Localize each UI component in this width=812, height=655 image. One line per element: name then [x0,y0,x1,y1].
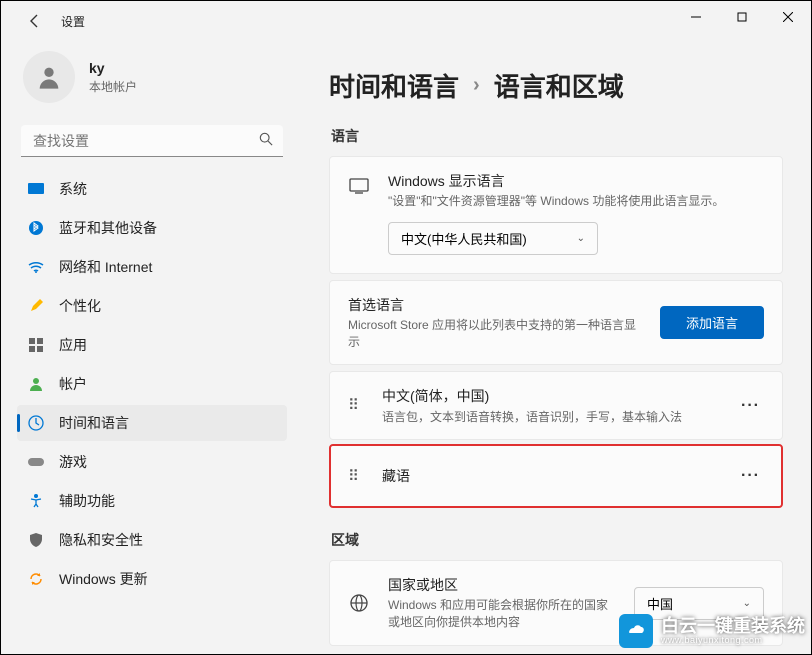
avatar [23,51,75,103]
account-icon [27,375,45,393]
more-options-button[interactable]: ··· [737,397,764,415]
region-sub: Windows 和应用可能会根据你所在的国家或地区向你提供本地内容 [388,597,616,631]
sidebar-item-label: 时间和语言 [59,413,129,433]
breadcrumb: 时间和语言 › 语言和区域 [329,67,783,104]
chevron-right-icon: › [473,74,480,97]
account-type: 本地帐户 [89,78,137,95]
sidebar-item-time-language[interactable]: 时间和语言 [17,405,287,441]
globe-icon [348,592,370,614]
update-icon [27,570,45,588]
display-language-title: Windows 显示语言 [388,171,764,191]
chevron-down-icon: ⌄ [577,233,585,244]
breadcrumb-parent[interactable]: 时间和语言 [329,67,459,104]
preferred-title: 首选语言 [348,295,642,315]
sidebar-item-personalization[interactable]: 个性化 [17,288,287,324]
accessibility-icon [27,492,45,510]
monitor-icon [348,175,370,197]
sidebar-item-label: 游戏 [59,452,87,472]
chevron-down-icon: ⌄ [743,598,751,609]
preferred-language-card: 首选语言 Microsoft Store 应用将以此列表中支持的第一种语言显示 … [329,280,783,366]
username: ky [89,60,137,76]
wifi-icon [27,258,45,276]
display-language-sub: "设置"和"文件资源管理器"等 Windows 功能将使用此语言显示。 [388,193,764,210]
section-region-label: 区域 [331,530,783,550]
language-name: 中文(简体，中国) [382,386,719,406]
sidebar-item-privacy[interactable]: 隐私和安全性 [17,522,287,558]
display-language-card: Windows 显示语言 "设置"和"文件资源管理器"等 Windows 功能将… [329,156,783,274]
drag-handle-icon[interactable]: ⠿ [348,398,364,413]
watermark-url: www.baiyunxitong.com [661,635,805,645]
display-language-value: 中文(中华人民共和国) [401,229,527,248]
region-title: 国家或地区 [388,575,616,595]
sidebar-item-label: 蓝牙和其他设备 [59,218,157,238]
sidebar-item-label: 帐户 [59,374,87,394]
drag-handle-icon[interactable]: ⠿ [348,469,364,484]
sidebar-item-label: Windows 更新 [59,569,148,589]
search-icon [259,132,273,149]
watermark: 白云一键重装系统 www.baiyunxitong.com [619,614,805,648]
watermark-text: 白云一键重装系统 [661,617,805,635]
breadcrumb-current: 语言和区域 [494,67,624,104]
clock-globe-icon [27,414,45,432]
section-language-label: 语言 [331,126,783,146]
user-profile[interactable]: ky 本地帐户 [17,41,287,121]
sidebar-item-label: 隐私和安全性 [59,530,143,550]
language-name: 藏语 [382,466,719,486]
app-title: 设置 [61,13,85,30]
shield-icon [27,531,45,549]
display-language-dropdown[interactable]: 中文(中华人民共和国) ⌄ [388,222,598,255]
gamepad-icon [27,453,45,471]
sidebar-item-gaming[interactable]: 游戏 [17,444,287,480]
watermark-logo-icon [619,614,653,648]
language-item-tibetan[interactable]: ⠿ 藏语 ··· [329,444,783,508]
back-button[interactable] [23,9,47,33]
sidebar-item-label: 应用 [59,335,87,355]
region-value: 中国 [647,594,673,613]
bluetooth-icon [27,219,45,237]
apps-icon [27,336,45,354]
more-options-button[interactable]: ··· [737,467,764,485]
preferred-sub: Microsoft Store 应用将以此列表中支持的第一种语言显示 [348,317,642,351]
sidebar-item-system[interactable]: 系统 [17,171,287,207]
sidebar-item-update[interactable]: Windows 更新 [17,561,287,597]
search-input[interactable] [21,125,283,157]
sidebar-item-label: 系统 [59,179,87,199]
close-button[interactable] [765,1,811,33]
language-features: 语言包，文本到语音转换，语音识别，手写，基本输入法 [382,408,719,425]
sidebar-item-label: 个性化 [59,296,101,316]
maximize-button[interactable] [719,1,765,33]
brush-icon [27,297,45,315]
sidebar-item-label: 辅助功能 [59,491,115,511]
sidebar-item-label: 网络和 Internet [59,257,152,277]
search-field[interactable] [21,125,283,157]
sidebar-item-accounts[interactable]: 帐户 [17,366,287,402]
language-item-chinese[interactable]: ⠿ 中文(简体，中国) 语言包，文本到语音转换，语音识别，手写，基本输入法 ··… [329,371,783,440]
sidebar-item-apps[interactable]: 应用 [17,327,287,363]
system-icon [27,180,45,198]
sidebar-item-network[interactable]: 网络和 Internet [17,249,287,285]
sidebar-item-accessibility[interactable]: 辅助功能 [17,483,287,519]
minimize-button[interactable] [673,1,719,33]
sidebar-item-bluetooth[interactable]: 蓝牙和其他设备 [17,210,287,246]
add-language-button[interactable]: 添加语言 [660,306,764,339]
